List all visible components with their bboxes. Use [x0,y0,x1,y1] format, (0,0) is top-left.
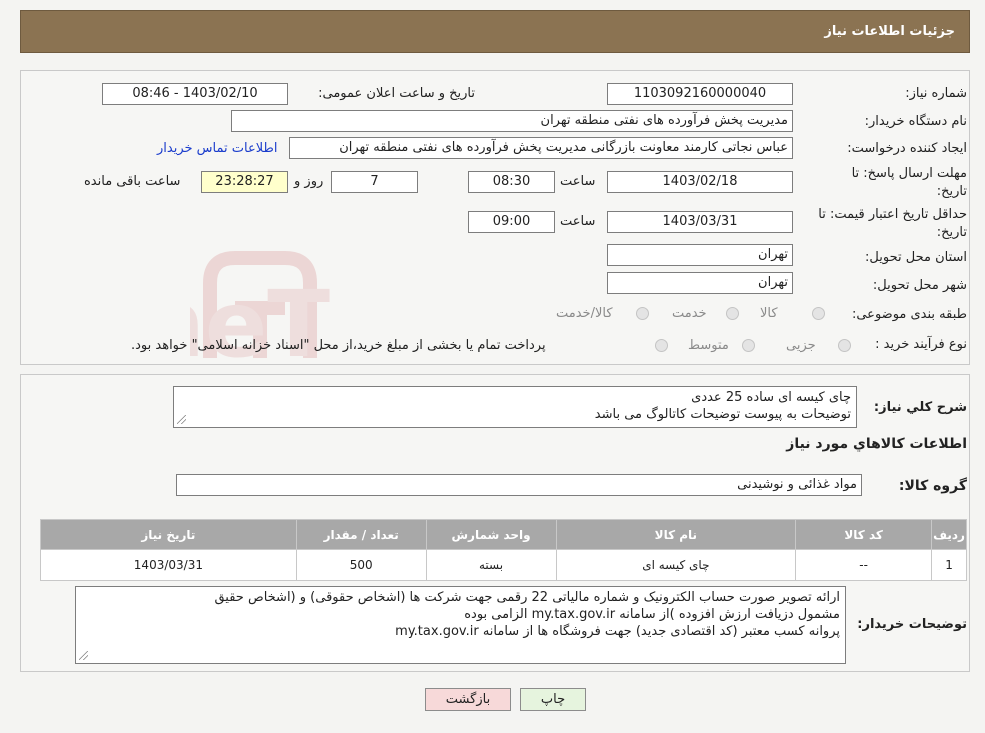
deadline-label-2: تاریخ: [936,184,967,199]
goods-group-label: گروه کالا: [898,478,967,494]
back-button[interactable]: بازگشت [425,688,511,711]
goods-table: ردیف کد کالا نام کالا واحد شمارش تعداد /… [40,519,967,581]
deadline-time-label: ساعت [560,174,596,189]
buyer-notes-textarea: ارائه تصویر صورت حساب الکترونیک و شماره … [75,586,846,664]
deadline-time-field: 08:30 [468,171,555,193]
category-option-goods: کالا [760,306,778,321]
print-button[interactable]: چاپ [520,688,586,711]
category-radio-goods[interactable] [812,307,825,320]
cell-item-name: چای کیسه ای [555,549,797,581]
deadline-date-field: 1403/02/18 [607,171,793,193]
page-title: جزئیات اطلاعات نیاز [824,24,955,39]
header-row-index: ردیف [931,519,967,550]
process-option-minor: جزیی [786,338,816,353]
header-quantity: تعداد / مقدار [295,519,427,550]
buyer-org-label: نام دستگاه خریدار: [864,114,967,129]
validity-label-1: حداقل تاریخ اعتبار قیمت: تا [818,207,967,222]
province-field: تهران [607,244,793,266]
province-label: استان محل تحویل: [865,250,967,265]
header-item-code: کد کالا [795,519,933,550]
description-textarea: چای کیسه ای ساده 25 عددی توضیحات به پیوس… [173,386,857,428]
validity-time-label: ساعت [560,214,596,229]
page-header: جزئیات اطلاعات نیاز [20,10,970,53]
cell-item-code: -- [795,549,933,581]
process-label: نوع فرآیند خرید : [875,337,967,352]
need-number-label: شماره نیاز: [905,86,967,101]
category-label: طبقه بندی موضوعی: [851,307,967,322]
buyer-notes-label: توضیحات خریدار: [857,617,967,632]
cell-need-date: 1403/03/31 [40,549,297,581]
creator-field: عباس نجاتی کارمند معاونت بازرگانی مدیریت… [289,137,793,159]
header-item-name: نام کالا [555,519,797,550]
description-line-2: توضیحات به پیوست توضیحات کاتالوگ می باشد [594,407,851,422]
cell-unit: بسته [425,549,557,581]
validity-label-2: تاریخ: [936,225,967,240]
goods-group-field: مواد غذائی و نوشیدنی [176,474,862,496]
city-label: شهر محل تحویل: [872,278,967,293]
buyer-notes-line-1: ارائه تصویر صورت حساب الکترونیک و شماره … [214,590,840,605]
buyer-org-field: مدیریت پخش فرآورده های نفتی منطقه تهران [231,110,793,132]
resize-grip-icon[interactable] [177,415,186,424]
need-number-field: 1103092160000040 [607,83,793,105]
days-label: روز و [294,174,324,189]
buyer-notes-line-3: پروانه کسب معتبر (کد اقتصادی جدید) جهت ف… [395,624,840,639]
process-radio-medium[interactable] [742,339,755,352]
table-header-row: ردیف کد کالا نام کالا واحد شمارش تعداد /… [40,519,967,550]
buyer-notes-line-2: مشمول دزیافت ارزش افزوده )از سامانه my.t… [464,607,840,622]
description-line-1: چای کیسه ای ساده 25 عددی [691,390,851,405]
process-radio-note[interactable] [655,339,668,352]
category-radio-goods-service[interactable] [636,307,649,320]
header-need-date: تاریخ نیاز [40,519,297,550]
header-unit: واحد شمارش [425,519,557,550]
category-radio-service[interactable] [726,307,739,320]
validity-date-field: 1403/03/31 [607,211,793,233]
days-field: 7 [331,171,418,193]
remaining-label: ساعت باقی مانده [84,174,181,189]
process-radio-minor[interactable] [838,339,851,352]
goods-info-title: اطلاعات کالاهاي مورد نياز [786,436,967,452]
announce-field: 1403/02/10 - 08:46 [102,83,288,105]
city-field: تهران [607,272,793,294]
remaining-time-field: 23:28:27 [201,171,288,193]
category-option-service: خدمت [672,306,707,321]
buyer-contact-link[interactable]: اطلاعات تماس خریدار [157,141,277,156]
deadline-label-1: مهلت ارسال پاسخ: تا [851,166,967,181]
process-option-medium: متوسط [688,338,729,353]
announce-label: تاریخ و ساعت اعلان عمومی: [318,86,475,101]
description-label: شرح کلي نياز: [873,400,967,415]
cell-quantity: 500 [295,549,427,581]
resize-grip-icon[interactable] [79,651,88,660]
table-row: 1 -- چای کیسه ای بسته 500 1403/03/31 [40,549,967,581]
validity-time-field: 09:00 [468,211,555,233]
process-note: پرداخت تمام یا بخشی از مبلغ خرید،از محل … [131,338,546,353]
category-option-goods-service: کالا/خدمت [556,306,613,321]
cell-row-index: 1 [931,549,967,581]
creator-label: ایجاد کننده درخواست: [847,141,967,156]
